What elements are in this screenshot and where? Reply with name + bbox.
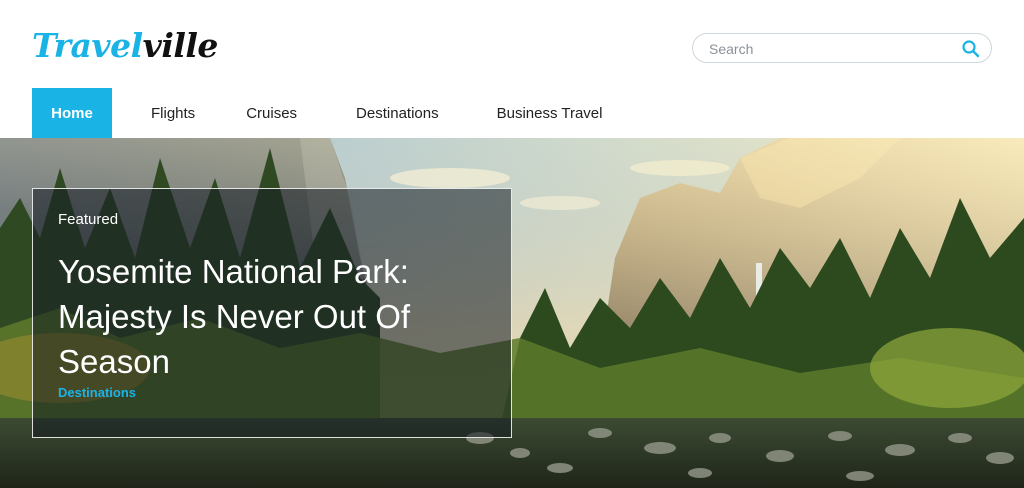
site-header: Travelville Home Flights Cruises Destina… — [0, 0, 1024, 138]
nav-item-flights[interactable]: Flights — [151, 88, 195, 138]
nav-item-home[interactable]: Home — [32, 88, 112, 138]
featured-category-link[interactable]: Destinations — [58, 385, 136, 400]
nav-item-cruises[interactable]: Cruises — [246, 88, 297, 138]
search-icon[interactable] — [961, 39, 981, 59]
nav-item-business-travel[interactable]: Business Travel — [497, 88, 603, 138]
hero-banner: Featured Yosemite National Park: Majesty… — [0, 138, 1024, 488]
featured-article-title[interactable]: Yosemite National Park: Majesty Is Never… — [58, 249, 498, 384]
search-box — [692, 33, 992, 63]
travelville-logo[interactable]: Travel ville — [32, 26, 218, 70]
main-nav: Home Flights Cruises Destinations Busine… — [32, 88, 602, 138]
logo-text-ville: ville — [142, 26, 219, 65]
logo-text-travel: Travel — [32, 26, 143, 65]
featured-article-card[interactable]: Featured Yosemite National Park: Majesty… — [32, 188, 512, 438]
search-input[interactable] — [709, 39, 949, 58]
featured-label: Featured — [58, 211, 119, 228]
nav-item-destinations[interactable]: Destinations — [356, 88, 439, 138]
